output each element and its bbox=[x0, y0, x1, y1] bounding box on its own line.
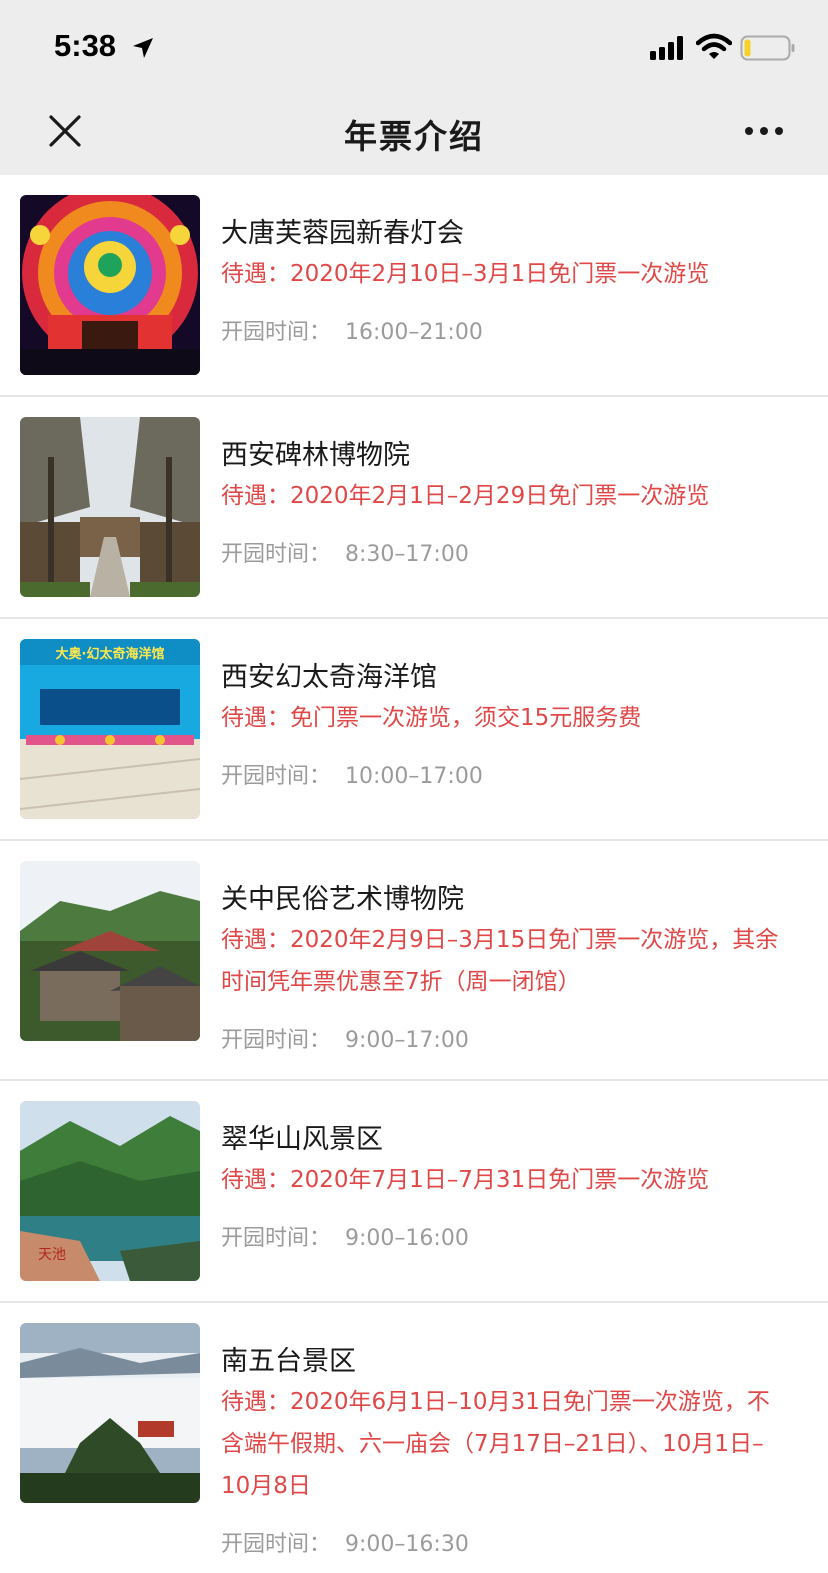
thumbnail-aquarium: 大奥·幻太奇海洋馆 bbox=[20, 639, 200, 819]
list-item[interactable]: 大唐芙蓉园新春灯会 待遇：2020年2月10日–3月1日免门票一次游览 开园时间… bbox=[0, 175, 828, 397]
signal-icon bbox=[650, 36, 683, 60]
aquarium-banner-text: 大奥·幻太奇海洋馆 bbox=[56, 646, 165, 662]
thumbnail-lantern-festival bbox=[20, 195, 200, 375]
hours-value: 9:00–16:00 bbox=[345, 1226, 469, 1251]
attraction-hours: 开园时间： 8:30–17:00 bbox=[221, 536, 469, 568]
hours-label: 开园时间： bbox=[221, 1226, 332, 1251]
attraction-title: 关中民俗艺术博物院 bbox=[221, 884, 464, 915]
hours-label: 开园时间： bbox=[221, 542, 332, 567]
attraction-title: 大唐芙蓉园新春灯会 bbox=[221, 218, 464, 249]
battery-low-icon bbox=[740, 35, 795, 61]
list-item[interactable]: 大奥·幻太奇海洋馆 西安幻太奇海洋馆 待遇：免门票一次游览，须交15元服务费 开… bbox=[0, 619, 828, 841]
more-icon[interactable] bbox=[740, 116, 788, 146]
thumbnail-forest-of-steles bbox=[20, 417, 200, 597]
attraction-hours: 开园时间： 16:00–21:00 bbox=[221, 314, 483, 346]
list-item[interactable]: 关中民俗艺术博物院 待遇：2020年2月9日–3月15日免门票一次游览，其余时间… bbox=[0, 841, 828, 1081]
status-time: 5:38 bbox=[54, 28, 117, 63]
thumbnail-nanwutai bbox=[20, 1323, 200, 1503]
thumbnail-cuihua-mountain: 天池 bbox=[20, 1101, 200, 1281]
attraction-benefit: 待遇：2020年7月1日–7月31日免门票一次游览 bbox=[221, 1167, 710, 1193]
attraction-hours: 开园时间： 10:00–17:00 bbox=[221, 758, 483, 790]
status-bar: 5:38 bbox=[0, 0, 828, 96]
attraction-benefit: 待遇：2020年2月10日–3月1日免门票一次游览 bbox=[221, 261, 710, 287]
top-bar: 5:38 年票介绍 bbox=[0, 0, 828, 175]
attraction-title: 翠华山风景区 bbox=[221, 1124, 383, 1155]
attraction-title: 西安幻太奇海洋馆 bbox=[221, 662, 437, 693]
attraction-benefit: 待遇：2020年2月1日–2月29日免门票一次游览 bbox=[221, 483, 710, 509]
attraction-benefit: 待遇：免门票一次游览，须交15元服务费 bbox=[221, 705, 642, 731]
hours-value: 16:00–21:00 bbox=[345, 320, 483, 345]
thumbnail-folk-art-museum bbox=[20, 861, 200, 1041]
location-arrow-icon bbox=[133, 38, 153, 58]
hours-label: 开园时间： bbox=[221, 1532, 332, 1557]
wifi-icon bbox=[696, 33, 732, 59]
attraction-title: 西安碑林博物院 bbox=[221, 440, 410, 471]
list-item[interactable]: 南五台景区 待遇：2020年6月1日–10月31日免门票一次游览，不含端午假期、… bbox=[0, 1303, 828, 1573]
hours-value: 9:00–16:30 bbox=[345, 1532, 469, 1557]
hours-value: 8:30–17:00 bbox=[345, 542, 469, 567]
hours-value: 10:00–17:00 bbox=[345, 764, 483, 789]
list-item[interactable]: 天池 翠华山风景区 待遇：2020年7月1日–7月31日免门票一次游览 开园时间… bbox=[0, 1081, 828, 1303]
page-title: 年票介绍 bbox=[344, 117, 484, 156]
hours-label: 开园时间： bbox=[221, 764, 332, 789]
attraction-hours: 开园时间： 9:00–16:00 bbox=[221, 1220, 469, 1252]
list-item[interactable]: 西安碑林博物院 待遇：2020年2月1日–2月29日免门票一次游览 开园时间： 8… bbox=[0, 397, 828, 619]
attraction-benefit: 待遇：2020年2月9日–3月15日免门票一次游览，其余时间凭年票优惠至7折（周… bbox=[221, 927, 779, 995]
attraction-title: 南五台景区 bbox=[221, 1346, 356, 1377]
hours-label: 开园时间： bbox=[221, 1028, 332, 1053]
attraction-benefit: 待遇：2020年6月1日–10月31日免门票一次游览，不含端午假期、六一庙会（7… bbox=[221, 1389, 770, 1499]
attraction-hours: 开园时间： 9:00–16:30 bbox=[221, 1526, 469, 1558]
navigation-bar: 年票介绍 bbox=[0, 96, 828, 175]
attraction-hours: 开园时间： 9:00–17:00 bbox=[221, 1022, 469, 1054]
rock-inscription-text: 天池 bbox=[38, 1247, 66, 1263]
hours-value: 9:00–17:00 bbox=[345, 1028, 469, 1053]
hours-label: 开园时间： bbox=[221, 320, 332, 345]
